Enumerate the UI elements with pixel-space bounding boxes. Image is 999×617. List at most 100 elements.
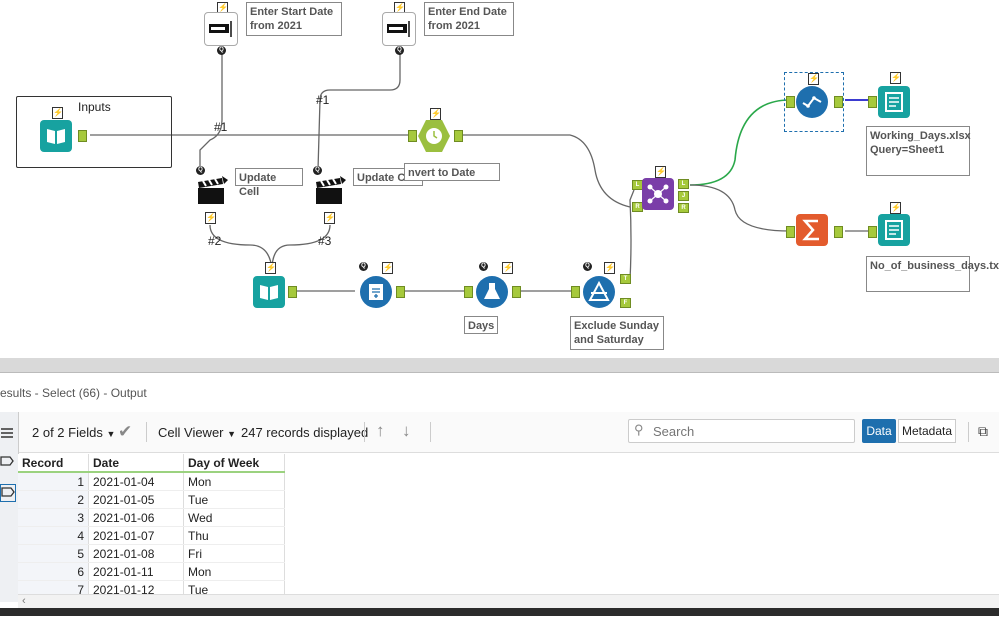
- clapperboard-icon: [198, 176, 228, 204]
- search-input[interactable]: [651, 422, 850, 440]
- table-header-row: Record Date Day of Week: [18, 454, 285, 473]
- filter-tool[interactable]: [583, 276, 615, 308]
- tab-data[interactable]: Data: [862, 419, 896, 443]
- cell-record[interactable]: 1: [18, 472, 89, 491]
- cell-record[interactable]: 3: [18, 508, 89, 527]
- tag-outline-icon[interactable]: [0, 484, 16, 502]
- book-icon: [47, 129, 65, 144]
- output-anchor[interactable]: [288, 286, 297, 298]
- checkmark-icon[interactable]: ✔: [118, 422, 132, 442]
- table-row[interactable]: 6 2021-01-11 Mon: [18, 562, 285, 581]
- summarize-tool[interactable]: [796, 214, 828, 246]
- toolbar-divider: [364, 422, 365, 442]
- connection-label: #2: [208, 234, 222, 248]
- q-anchor[interactable]: Q: [196, 166, 205, 175]
- bolt-icon: ⚡: [430, 108, 441, 120]
- input-anchor[interactable]: [571, 286, 580, 298]
- cell-date[interactable]: 2021-01-11: [88, 562, 184, 581]
- table-row[interactable]: 1 2021-01-04 Mon: [18, 472, 285, 491]
- join-tool[interactable]: [642, 178, 674, 210]
- generate-rows-tool[interactable]: [360, 276, 392, 308]
- fields-dropdown[interactable]: 2 of 2 Fields ▼: [32, 425, 115, 440]
- output-anchor[interactable]: [512, 286, 521, 298]
- macro-input-tool[interactable]: [253, 276, 285, 308]
- text-box-icon: [209, 21, 232, 37]
- output-anchor[interactable]: [396, 286, 405, 298]
- q-anchor[interactable]: Q: [479, 262, 488, 271]
- q-anchor[interactable]: Q: [313, 166, 322, 175]
- q-anchor[interactable]: Q: [395, 46, 404, 55]
- cell-day[interactable]: Fri: [183, 544, 285, 563]
- cell-record[interactable]: 6: [18, 562, 89, 581]
- input-data-tool[interactable]: [40, 120, 72, 152]
- input-anchor[interactable]: [786, 226, 795, 238]
- q-anchor[interactable]: Q: [217, 46, 226, 55]
- action-update-cell-tool-1[interactable]: [196, 176, 228, 208]
- output-anchor[interactable]: [78, 130, 87, 142]
- cell-record[interactable]: 2: [18, 490, 89, 509]
- input-anchor[interactable]: [464, 286, 473, 298]
- action-update-cell-tool-2[interactable]: [314, 176, 346, 208]
- tag-icon[interactable]: [0, 454, 14, 468]
- output-data-tool-1[interactable]: [878, 86, 910, 118]
- horizontal-scrollbar[interactable]: ‹: [18, 594, 999, 609]
- right-output-anchor[interactable]: R: [678, 203, 689, 213]
- search-box[interactable]: ⚲: [628, 419, 855, 443]
- table-row[interactable]: 3 2021-01-06 Wed: [18, 508, 285, 527]
- cell-day[interactable]: Thu: [183, 526, 285, 545]
- text-input-end-date-tool[interactable]: [382, 12, 416, 46]
- cell-record[interactable]: 5: [18, 544, 89, 563]
- list-plus-icon: [369, 284, 383, 300]
- table-row[interactable]: 2 2021-01-05 Tue: [18, 490, 285, 509]
- input-anchor[interactable]: [786, 96, 795, 108]
- connection-label: #3: [318, 234, 332, 248]
- arrow-down-icon[interactable]: ↓: [402, 421, 411, 441]
- cell-day[interactable]: Tue: [183, 490, 285, 509]
- records-displayed: 247 records displayed: [241, 425, 369, 440]
- bolt-icon: ⚡: [502, 262, 513, 274]
- cell-date[interactable]: 2021-01-08: [88, 544, 184, 563]
- cell-date[interactable]: 2021-01-04: [88, 472, 184, 491]
- select-tool[interactable]: [796, 86, 828, 118]
- output-anchor[interactable]: [834, 226, 843, 238]
- q-anchor[interactable]: Q: [359, 262, 368, 271]
- text-input-start-date-tool[interactable]: [204, 12, 238, 46]
- formula-tool[interactable]: [476, 276, 508, 308]
- output-data-tool-2[interactable]: [878, 214, 910, 246]
- copy-icon[interactable]: ⧉: [978, 423, 988, 440]
- table-row[interactable]: 4 2021-01-07 Thu: [18, 526, 285, 545]
- cell-day[interactable]: Mon: [183, 472, 285, 491]
- column-header-record[interactable]: Record: [18, 454, 89, 473]
- q-anchor[interactable]: Q: [583, 262, 592, 271]
- false-anchor[interactable]: F: [620, 298, 631, 308]
- input-anchor[interactable]: [408, 130, 417, 142]
- check-path-icon: [802, 96, 822, 108]
- bolt-icon: ⚡: [324, 212, 335, 224]
- column-header-date[interactable]: Date: [88, 454, 184, 473]
- tab-metadata[interactable]: Metadata: [898, 419, 956, 443]
- connection-label: #1: [316, 93, 330, 107]
- chevron-left-icon[interactable]: ‹: [22, 595, 26, 607]
- true-anchor[interactable]: T: [620, 274, 631, 284]
- cell-date[interactable]: 2021-01-07: [88, 526, 184, 545]
- cell-viewer-dropdown[interactable]: Cell Viewer ▼: [158, 425, 236, 440]
- output-anchor[interactable]: [454, 130, 463, 142]
- cell-day[interactable]: Mon: [183, 562, 285, 581]
- list-view-icon[interactable]: [0, 426, 14, 440]
- cell-day[interactable]: Wed: [183, 508, 285, 527]
- join-output-anchor[interactable]: J: [678, 191, 689, 201]
- results-table: Record Date Day of Week 1 2021-01-04 Mon 2…: [18, 454, 285, 599]
- cell-date[interactable]: 2021-01-05: [88, 490, 184, 509]
- cell-date[interactable]: 2021-01-06: [88, 508, 184, 527]
- left-output-anchor[interactable]: L: [678, 179, 689, 189]
- input-anchor[interactable]: [868, 226, 877, 238]
- output-anchor[interactable]: [834, 96, 843, 108]
- input-anchor[interactable]: [868, 96, 877, 108]
- column-header-day-of-week[interactable]: Day of Week: [183, 454, 285, 473]
- arrow-up-icon[interactable]: ↑: [376, 421, 385, 441]
- cell-record[interactable]: 4: [18, 526, 89, 545]
- table-row[interactable]: 5 2021-01-08 Fri: [18, 544, 285, 563]
- canvas-results-divider[interactable]: [0, 358, 999, 372]
- workflow-canvas[interactable]: Inputs ⚡ ⚡ Q Enter Start Date from 2021 …: [0, 0, 999, 358]
- toolbar-divider: [968, 422, 969, 442]
